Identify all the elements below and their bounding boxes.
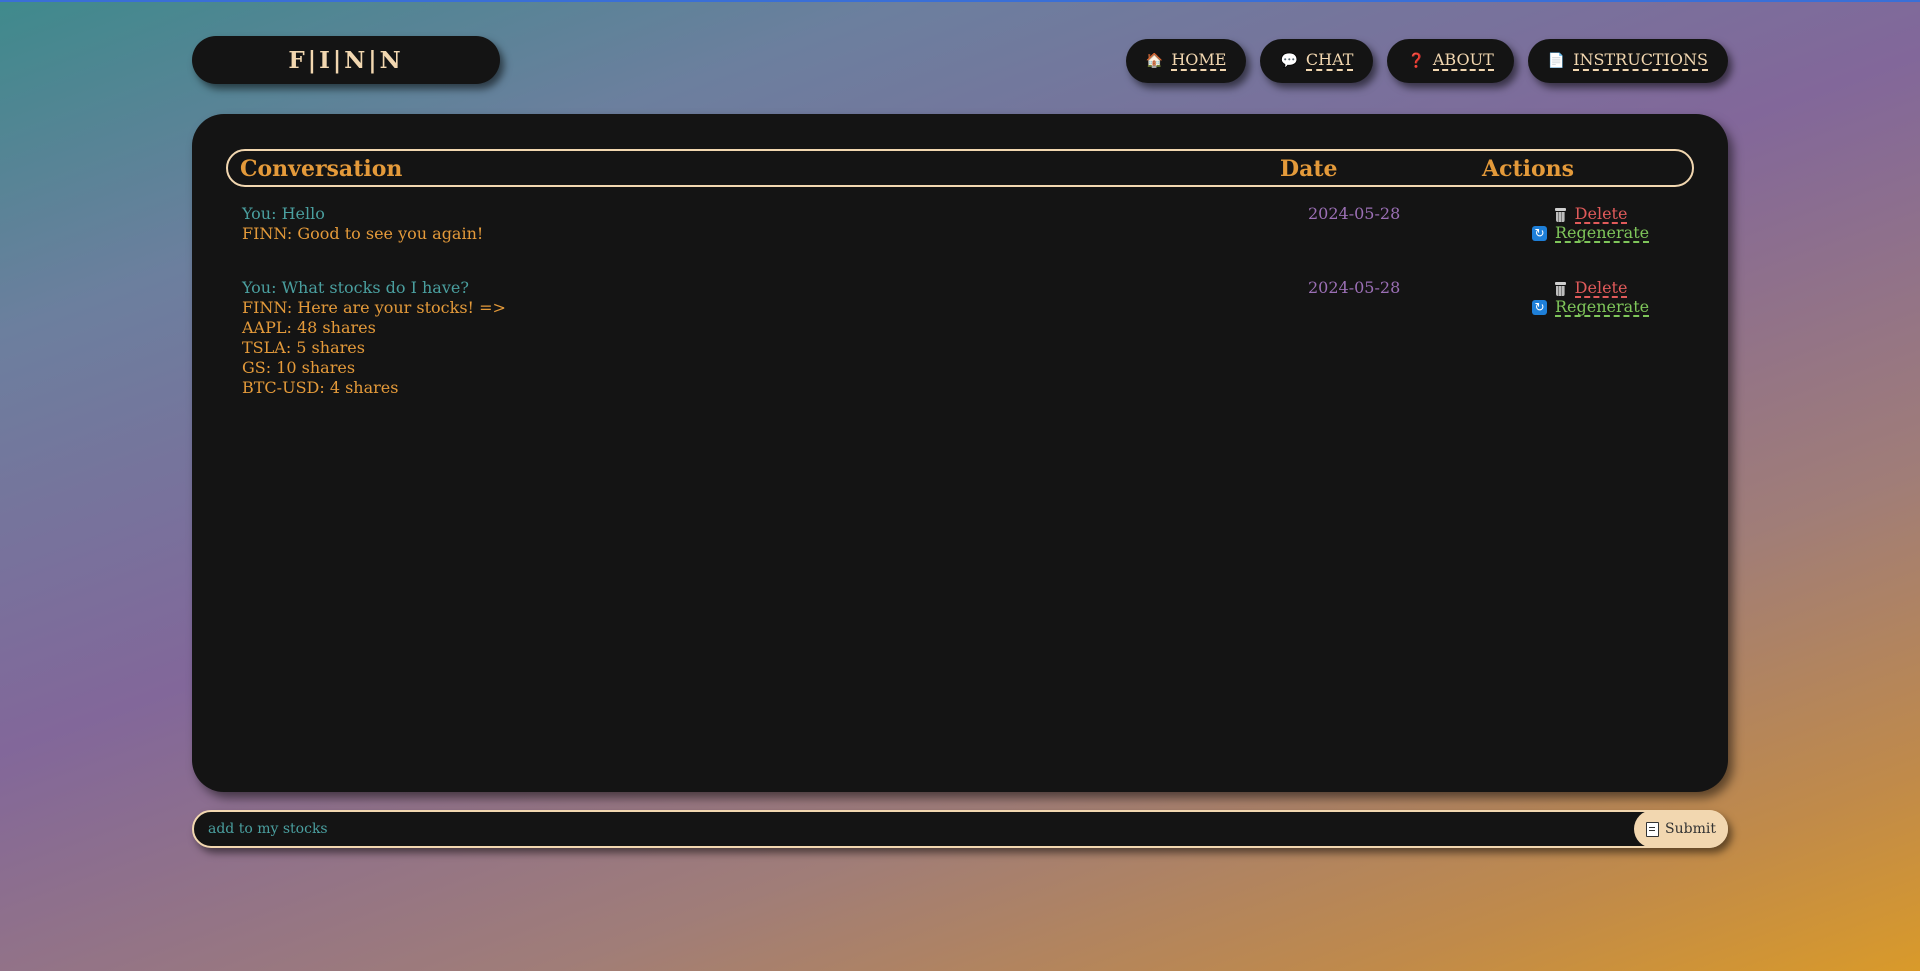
header-actions: Actions [1482,156,1575,182]
user-message: You: Hello [242,204,325,223]
trash-icon [1554,281,1567,296]
delete-button[interactable]: Delete [1532,205,1649,224]
finn-message-line: BTC-USD: 4 shares [242,378,399,397]
regenerate-label: Regenerate [1555,297,1650,317]
header-conversation: Conversation [240,156,403,182]
nav-about-label: ABOUT [1432,49,1494,71]
submit-button[interactable]: Submit [1634,810,1728,848]
question-mark-icon: ❓ [1407,53,1425,69]
refresh-icon: ↻ [1532,300,1547,315]
house-icon: 🏠 [1145,53,1164,69]
nav-bar: 🏠 HOME 💬 CHAT ❓ ABOUT 📄 INSTRUCTIONS [1125,39,1728,83]
nav-instructions-label: INSTRUCTIONS [1573,49,1708,71]
logo: F|I|N|N [192,36,500,84]
chat-input[interactable] [208,812,1588,846]
delete-label: Delete [1574,204,1628,224]
nav-instructions-button[interactable]: 📄 INSTRUCTIONS [1527,39,1728,83]
row-actions: Delete ↻ Regenerate [1532,279,1650,317]
delete-label: Delete [1574,278,1628,298]
nav-about-button[interactable]: ❓ ABOUT [1387,39,1514,83]
finn-message-line: AAPL: 48 shares [242,318,376,337]
table-row: You: Hello FINN: Good to see you again! … [242,204,1682,244]
regenerate-button[interactable]: ↻ Regenerate [1532,223,1650,243]
row-date: 2024-05-28 [1308,278,1401,297]
trash-icon [1554,207,1567,222]
row-actions: Delete ↻ Regenerate [1532,205,1650,243]
nav-chat-label: CHAT [1305,49,1354,71]
finn-message-line: FINN: Here are your stocks! => [242,298,506,317]
finn-message: FINN: Good to see you again! [242,224,484,243]
regenerate-label: Regenerate [1555,223,1650,243]
nav-home-button[interactable]: 🏠 HOME [1125,39,1247,83]
memo-icon [1646,821,1660,837]
speech-bubble-icon: 💬 [1280,53,1298,69]
table-row: You: What stocks do I have? FINN: Here a… [242,278,1682,398]
header-date: Date [1280,156,1338,182]
chat-input-bar: Submit [192,810,1728,848]
nav-chat-button[interactable]: 💬 CHAT [1260,39,1374,83]
conversation-panel: Conversation Date Actions You: Hello FIN… [192,114,1728,792]
page-icon: 📄 [1547,53,1566,69]
refresh-icon: ↻ [1532,226,1547,241]
submit-label: Submit [1665,821,1716,837]
finn-message-line: TSLA: 5 shares [242,338,365,357]
user-message: You: What stocks do I have? [242,278,469,297]
finn-message-line: GS: 10 shares [242,358,356,377]
row-date: 2024-05-28 [1308,204,1401,223]
regenerate-button[interactable]: ↻ Regenerate [1532,297,1650,317]
nav-home-label: HOME [1171,49,1227,71]
delete-button[interactable]: Delete [1532,279,1649,298]
table-header: Conversation Date Actions [226,149,1694,187]
